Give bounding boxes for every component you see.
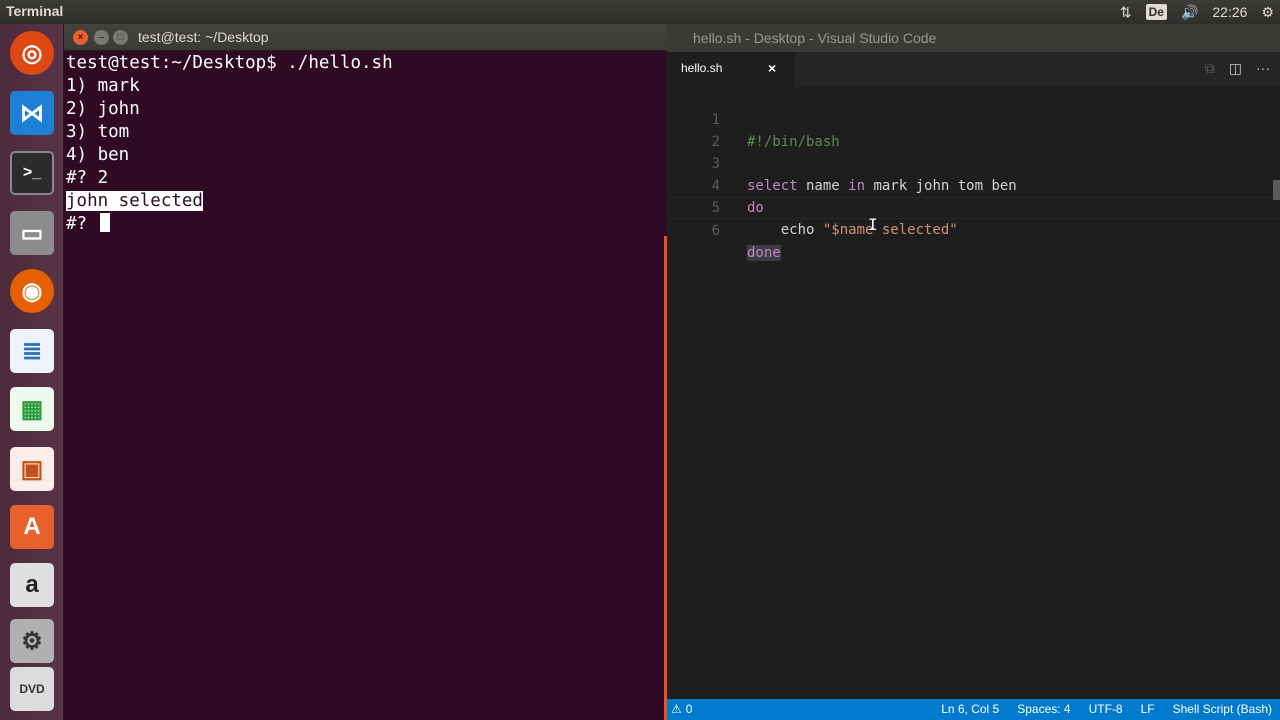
close-icon[interactable]: ×: [768, 60, 776, 76]
selected-text: john selected: [66, 191, 203, 211]
vscode-icon[interactable]: ⋈: [7, 88, 57, 138]
terminal-window: × – □ test@test: ~/Desktop test@test:~/D…: [64, 24, 667, 720]
files-icon[interactable]: ▭: [7, 208, 57, 258]
network-icon[interactable]: ⇅: [1120, 4, 1132, 21]
maximize-icon[interactable]: □: [113, 30, 128, 45]
code-text: echo "$name selected": [747, 222, 958, 238]
terminal-line: 4) ben: [66, 145, 130, 165]
indicator-area: ⇅ De 🔊 22:26 ⚙: [1120, 0, 1280, 24]
status-bar: ⚠ 0 Ln 6, Col 5 Spaces: 4 UTF-8 LF Shell…: [667, 699, 1280, 720]
open-changes-icon[interactable]: ⧉: [1205, 60, 1215, 77]
writer-icon[interactable]: ≣: [7, 326, 57, 376]
dvd-icon[interactable]: DVD: [7, 664, 57, 714]
system-settings-icon[interactable]: ⚙: [7, 616, 57, 666]
encoding[interactable]: UTF-8: [1089, 702, 1123, 716]
vscode-title: hello.sh - Desktop - Visual Studio Code: [693, 30, 937, 46]
terminal-icon[interactable]: >_: [7, 148, 57, 198]
cursor-position[interactable]: Ln 6, Col 5: [941, 702, 999, 716]
terminal-title: test@test: ~/Desktop: [138, 29, 269, 45]
ubuntu-dash-icon[interactable]: ◎: [7, 28, 57, 78]
code-text: done: [747, 245, 781, 261]
terminal-line: 3) tom: [66, 122, 130, 142]
editor-tab-bar: hello.sh × ⧉ ◫ ···: [667, 52, 1280, 87]
close-icon[interactable]: ×: [73, 30, 88, 45]
gear-icon[interactable]: ⚙: [1261, 4, 1274, 21]
terminal-line: 1) mark: [66, 76, 140, 96]
code-line: 2: [667, 109, 1280, 150]
code-line: 5 echo "$name selected": [667, 175, 1280, 238]
code-line-current: 6 done: [667, 197, 1280, 261]
status-items: Ln 6, Col 5 Spaces: 4 UTF-8 LF Shell Scr…: [941, 702, 1272, 716]
terminal-output[interactable]: test@test:~/Desktop$ ./hello.sh 1) mark …: [66, 52, 664, 720]
problems-indicator[interactable]: ⚠ 0: [671, 702, 692, 716]
editor-actions: ⧉ ◫ ···: [1205, 60, 1270, 77]
tab-label: hello.sh: [681, 61, 723, 75]
launcher: ◎ ⋈ >_ ▭ ◉ ≣ ▦ ▣ A a ⚙ DVD: [0, 24, 64, 720]
prompt-text: #?: [66, 214, 98, 234]
impress-icon[interactable]: ▣: [7, 444, 57, 494]
code-editor[interactable]: 1 #!/bin/bash 2 3 select name in mark jo…: [667, 87, 1280, 699]
terminal-prompt-line[interactable]: #?: [66, 213, 664, 236]
terminal-titlebar: × – □ test@test: ~/Desktop: [64, 24, 667, 51]
terminal-line-selected: john selected: [66, 190, 664, 213]
split-editor-icon[interactable]: ◫: [1229, 60, 1242, 77]
minimize-icon[interactable]: –: [94, 30, 109, 45]
vscode-window: hello.sh - Desktop - Visual Studio Code …: [667, 24, 1280, 720]
problems-count: 0: [685, 702, 693, 716]
language-mode[interactable]: Shell Script (Bash): [1173, 702, 1272, 716]
end-of-line[interactable]: LF: [1141, 702, 1155, 716]
software-center-icon[interactable]: A: [7, 502, 57, 552]
more-actions-icon[interactable]: ···: [1256, 60, 1270, 77]
scrollbar-thumb[interactable]: [1273, 180, 1280, 200]
terminal-line: test@test:~/Desktop$ ./hello.sh: [66, 53, 393, 73]
code-line: 3 select name in mark john tom ben: [667, 131, 1280, 194]
keyboard-layout-indicator[interactable]: De: [1145, 4, 1167, 20]
line-number: 6: [711, 223, 720, 239]
warning-icon: ⚠: [671, 702, 682, 716]
code-line: 1 #!/bin/bash: [667, 87, 1280, 150]
terminal-line: 2) john: [66, 99, 140, 119]
vscode-titlebar: hello.sh - Desktop - Visual Studio Code: [667, 24, 1280, 52]
code-line: 4 do: [667, 153, 1280, 216]
active-app-title: Terminal: [6, 3, 64, 19]
clock[interactable]: 22:26: [1212, 4, 1247, 20]
mouse-ibeam-icon: I: [868, 215, 878, 234]
volume-icon[interactable]: 🔊: [1181, 4, 1198, 21]
calc-icon[interactable]: ▦: [7, 384, 57, 434]
text-cursor: [99, 213, 110, 232]
top-panel: Terminal ⇅ De 🔊 22:26 ⚙: [0, 0, 1280, 24]
tab-hello-sh[interactable]: hello.sh ×: [667, 52, 795, 87]
amazon-icon[interactable]: a: [7, 560, 57, 610]
indentation[interactable]: Spaces: 4: [1017, 702, 1070, 716]
firefox-icon[interactable]: ◉: [7, 266, 57, 316]
terminal-line: #? 2: [66, 168, 109, 188]
